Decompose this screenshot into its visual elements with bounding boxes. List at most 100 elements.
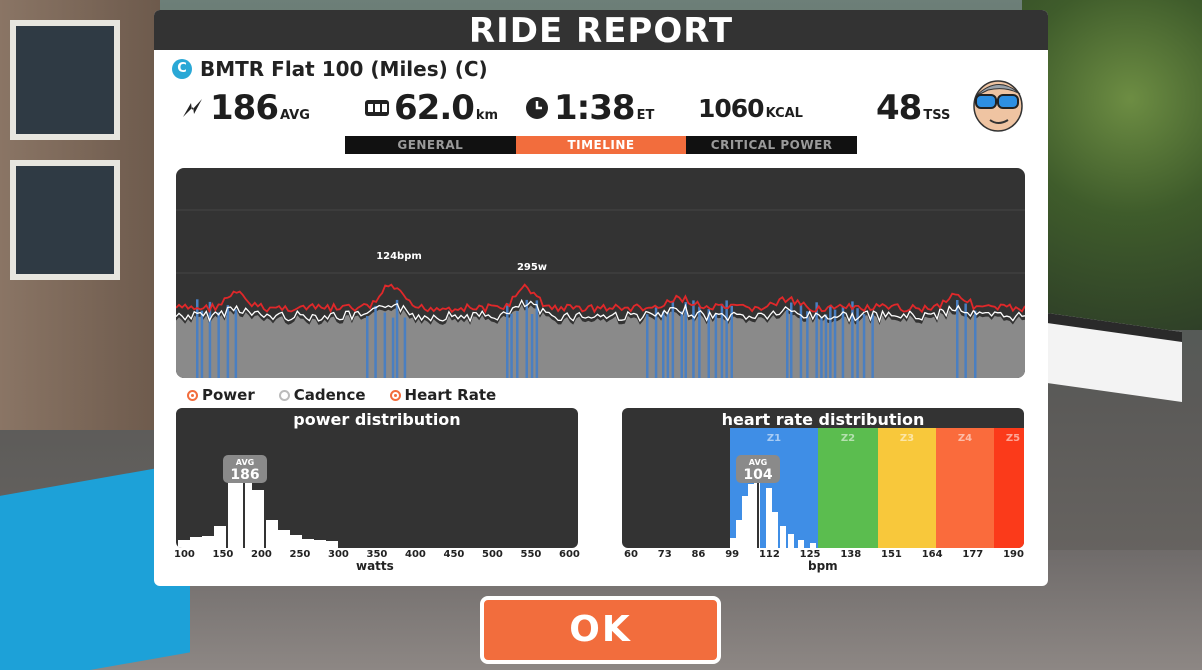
stat-calories-unit: KCAL [765,106,803,121]
hr-dist-bar [748,484,754,548]
hr-dist-bar [736,520,742,548]
ok-button[interactable]: OK [480,596,721,664]
tick-label: 400 [405,549,426,560]
hr-zone-label: Z1 [767,433,781,444]
background-window [10,20,120,140]
hr-zone-band [936,428,994,548]
power-dist-bar [240,482,252,548]
hr-avg-value: 104 [743,467,772,483]
hr-zone-band [818,428,878,548]
legend-power-dot [187,389,198,401]
tick-label: 100 [174,549,195,560]
power-spike [871,313,874,378]
legend-heart-rate[interactable]: Heart Rate [389,386,497,404]
power-spike [671,300,675,378]
tick-label: 138 [840,549,862,560]
stat-distance-value: 62.0 [394,88,475,128]
hr-dist-bar [788,534,794,548]
power-dist-bar [266,520,278,548]
power-dist-svg: AVG 186 [178,455,338,548]
power-spike [820,317,823,378]
hr-zone-band [878,428,936,548]
power-dist-bar [202,536,214,548]
power-distribution-title: power distribution [293,410,461,429]
tab-general[interactable]: GENERAL [345,136,516,154]
stat-distance-unit: km [475,108,499,123]
legend-power-label: Power [202,386,255,404]
odometer-icon [365,100,389,116]
power-spike [654,307,658,378]
power-spike [806,311,809,378]
timeline-chart: 124bpm 295w [176,168,1025,378]
power-spike [725,300,728,378]
tick-label: 600 [559,549,580,560]
legend-cadence[interactable]: Cadence [278,386,366,404]
tick-label: 177 [962,549,984,560]
power-peak-label: 295w [517,262,547,273]
stat-tss-unit: TSS [923,108,951,123]
clock-icon [526,97,548,119]
power-spike [530,314,534,378]
power-dist-bar [228,482,240,548]
tab-timeline[interactable]: TIMELINE [515,136,687,154]
hr-dist-bar [798,540,804,548]
tick-label: 151 [881,549,902,560]
timeline-svg: 124bpm 295w [176,209,1025,378]
hr-avg-label: AVG [749,458,767,467]
tick-label: 500 [482,549,503,560]
tick-label: 250 [289,549,311,560]
tick-label: 60 [624,549,638,560]
stat-tss: 48 TSS [876,88,950,128]
power-spike [956,300,959,378]
stat-time-value: 1:38 [554,88,636,128]
hr-peak-label: 124bpm [376,251,422,262]
power-spike [841,306,845,378]
hr-dist-bar [730,538,736,548]
power-bolt-icon [183,99,202,117]
hr-dist-bar [742,496,748,548]
power-avg-label: AVG [236,458,254,467]
background-window [10,160,120,280]
legend-cadence-dot [278,389,290,401]
power-spike [824,314,828,378]
tick-label: 112 [758,549,780,560]
power-spike [208,301,212,378]
legend-cadence-label: Cadence [293,386,366,404]
tick-label: 164 [921,549,943,560]
power-spike [391,317,395,378]
tick-label: 300 [328,549,349,560]
power-dist-bar [290,535,302,548]
power-spike [662,311,665,378]
power-spike [714,313,718,378]
legend-hr-label: Heart Rate [404,386,497,404]
power-spike [226,305,230,378]
timeline-legend: Power Cadence Heart Rate [187,386,496,404]
hr-dist-bar [766,488,772,548]
power-spike [730,306,733,378]
power-spike [698,306,701,378]
hr-zone-label: Z5 [1006,433,1020,444]
power-dist-bar [178,540,190,548]
power-dist-bar [314,540,326,548]
hr-distribution-chart: heart rate distribution Z1 Z2 Z3 Z4 Z5 AVG 1… [622,408,1024,548]
power-spike [200,310,204,378]
heart-rate-line [176,283,1025,314]
hr-dist-svg: Z1 Z2 Z3 Z4 Z5 AVG 104 [730,428,1024,548]
tab-critical-power[interactable]: CRITICAL POWER [686,136,857,154]
power-dist-bar [252,490,264,548]
power-spike [786,309,789,378]
power-spike [217,312,220,378]
power-spike [666,312,670,378]
power-spike [525,299,528,378]
power-dist-bars [178,482,338,548]
power-axis-label: watts [356,559,394,573]
rider-avatar-icon [973,80,1023,132]
power-spike [692,300,695,378]
power-distribution-chart: power distribution AVG 186 [176,408,578,548]
power-spike [374,305,377,378]
stat-power: 186 AVG [180,88,310,128]
report-tabs: GENERAL TIMELINE CRITICAL POWER [345,136,857,154]
stat-calories-value: 1060 [698,94,765,123]
legend-power[interactable]: Power [187,386,255,404]
hr-dist-bar [810,543,816,548]
